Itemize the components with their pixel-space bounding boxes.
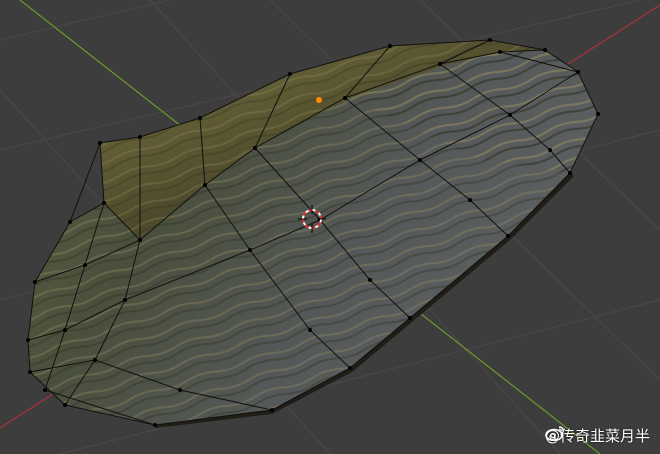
shell-mesh-icon[interactable] <box>26 38 600 428</box>
weibo-logo-icon <box>545 426 565 441</box>
watermark: @传奇韭菜月半 <box>545 425 650 446</box>
3d-viewport[interactable]: @传奇韭菜月半 <box>0 0 660 454</box>
active-vertex[interactable] <box>316 97 322 103</box>
viewport-canvas[interactable] <box>0 0 660 454</box>
